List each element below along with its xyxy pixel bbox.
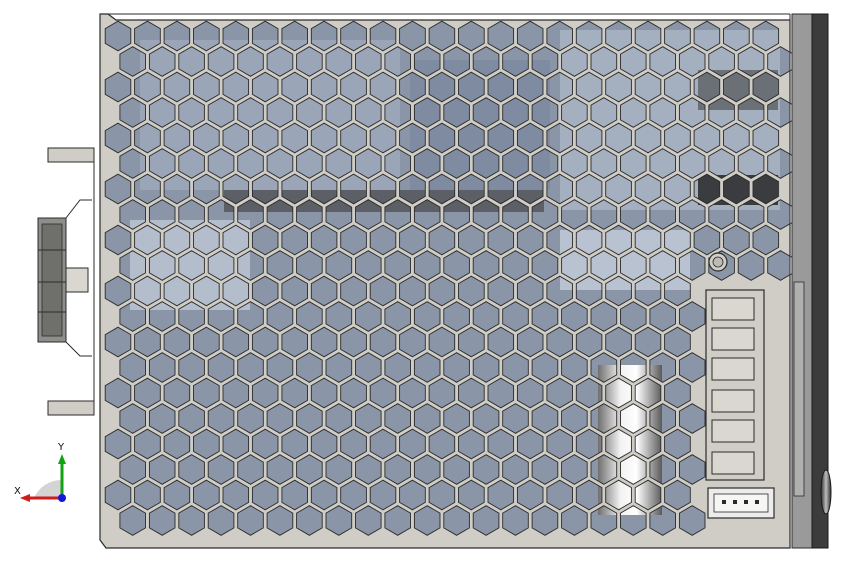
cad-viewport[interactable]: Y X [0,0,867,562]
model-view[interactable] [0,0,867,562]
axis-triad-graphic [20,454,66,502]
output-connector [707,487,775,519]
terminal-block [37,199,92,357]
adjust-potentiometer [708,252,728,272]
right-side-rail [791,13,832,549]
axis-triad: Y X [12,440,82,510]
z-axis-dot [58,494,66,502]
perforated-cover [99,13,794,549]
y-axis-label: Y [58,442,65,453]
connector-frame [705,289,765,481]
x-axis-label: X [14,486,21,497]
